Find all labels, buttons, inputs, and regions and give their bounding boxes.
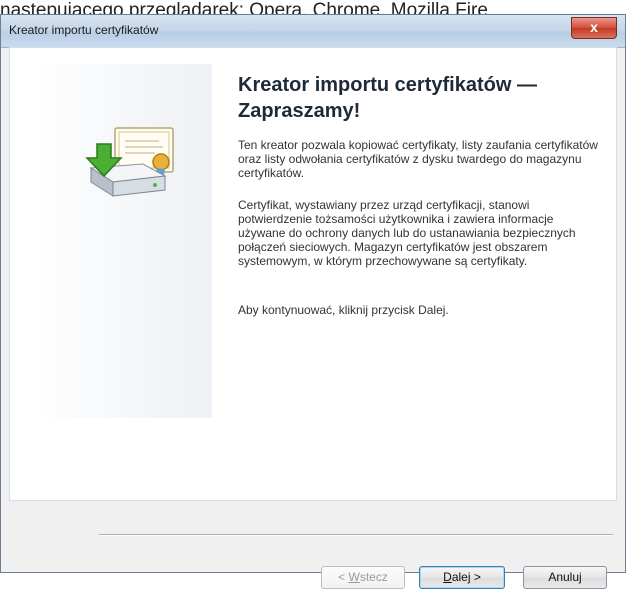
- wizard-certificate-info-text: Certyfikat, wystawiany przez urząd certy…: [238, 198, 576, 268]
- close-icon: x: [590, 19, 598, 35]
- back-button[interactable]: < Wstecz: [321, 566, 405, 589]
- wizard-continue-text: Aby kontynuować, kliknij przycisk Dalej.: [238, 303, 449, 317]
- close-button[interactable]: x: [571, 17, 617, 39]
- wizard-intro-text: Ten kreator pozwala kopiować certyfikaty…: [238, 138, 598, 180]
- certificate-import-icon: [85, 127, 174, 197]
- title-bar[interactable]: Kreator importu certyfikatów x: [1, 15, 625, 48]
- wizard-content-panel: Kreator importu certyfikatów — Zapraszam…: [9, 47, 617, 501]
- cancel-button[interactable]: Anuluj: [523, 566, 607, 589]
- wizard-side-panel: [34, 64, 212, 418]
- certificate-import-wizard-window: Kreator importu certyfikatów x Kreator i…: [0, 14, 626, 589]
- next-button[interactable]: Dalej >: [419, 566, 505, 589]
- footer-separator: [99, 534, 613, 535]
- wizard-heading: Kreator importu certyfikatów — Zapraszam…: [238, 74, 537, 122]
- wizard-body: Kreator importu certyfikatów — Zapraszam…: [9, 47, 617, 589]
- window-title: Kreator importu certyfikatów: [9, 23, 159, 37]
